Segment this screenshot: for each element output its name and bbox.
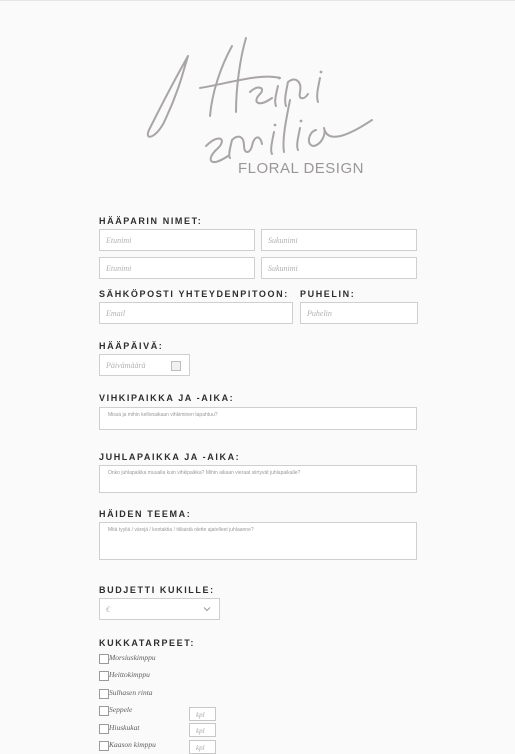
couple-names-label: HÄÄPARIN NIMET:: [99, 216, 203, 226]
top-divider: [0, 0, 515, 1]
phone-label: PUHELIN:: [300, 289, 356, 299]
checkbox-bridal-bouquet[interactable]: [99, 654, 109, 664]
hair-flowers-quantity-input[interactable]: kpl: [189, 723, 216, 737]
wedding-date-input[interactable]: Päivämäärä: [99, 354, 190, 376]
email-input[interactable]: Email: [99, 302, 293, 324]
email-label: SÄHKÖPOSTI YHTEYDENPITOON:: [99, 289, 289, 299]
partner1-last-name-input[interactable]: Sukunimi: [261, 229, 417, 251]
flower-item-label: Hiuskukat: [109, 723, 140, 732]
wedding-date-label: HÄÄPÄIVÄ:: [99, 341, 164, 351]
logo-subtitle: FLORAL DESIGN: [238, 160, 364, 177]
budget-label: BUDJETTI KUKILLE:: [99, 585, 215, 595]
partner1-first-name-input[interactable]: Etunimi: [99, 229, 255, 251]
calendar-icon[interactable]: [171, 361, 181, 371]
flower-item-label: Heittokimppu: [109, 670, 150, 679]
wedding-date-placeholder: Päivämäärä: [106, 361, 146, 370]
flower-item-label: Seppele: [109, 705, 133, 714]
budget-value: €: [106, 605, 110, 614]
partner2-last-name-input[interactable]: Sukunimi: [261, 257, 417, 279]
checkbox-groom-boutonniere[interactable]: [99, 689, 109, 699]
reception-label: JUHLAPAIKKA JA -AIKA:: [99, 452, 241, 462]
ceremony-textarea[interactable]: Missä ja mihin kellonaikaan vihkiminen t…: [99, 407, 417, 430]
phone-input[interactable]: Puhelin: [300, 302, 418, 324]
partner2-first-name-input[interactable]: Etunimi: [99, 257, 255, 279]
flower-item-label: Kaason kimppu: [109, 740, 156, 749]
bridesmaid-bouquet-quantity-input[interactable]: kpl: [189, 740, 216, 754]
checkbox-bridesmaid-bouquet[interactable]: [99, 741, 109, 751]
flowers-label: KUKKATARPEET:: [99, 638, 195, 648]
budget-select[interactable]: €: [99, 598, 220, 620]
chevron-down-icon: [203, 607, 211, 612]
reception-textarea[interactable]: Onko juhlapaikka muualla kuin vihkipaikk…: [99, 465, 417, 493]
checkbox-toss-bouquet[interactable]: [99, 671, 109, 681]
ceremony-label: VIHKIPAIKKA JA -AIKA:: [99, 393, 235, 403]
theme-textarea[interactable]: Mitä tyyliä / värejä / kontaktia / tiili…: [99, 522, 417, 560]
flower-item-label: Morsiuskimppu: [109, 653, 156, 662]
flower-item-label: Sulhasen rinta: [109, 688, 153, 697]
checkbox-hair-flowers[interactable]: [99, 724, 109, 734]
wreath-quantity-input[interactable]: kpl: [189, 707, 216, 721]
logo: FLORAL DESIGN: [140, 28, 390, 188]
theme-label: HÄIDEN TEEMA:: [99, 509, 192, 519]
checkbox-wreath[interactable]: [99, 706, 109, 716]
